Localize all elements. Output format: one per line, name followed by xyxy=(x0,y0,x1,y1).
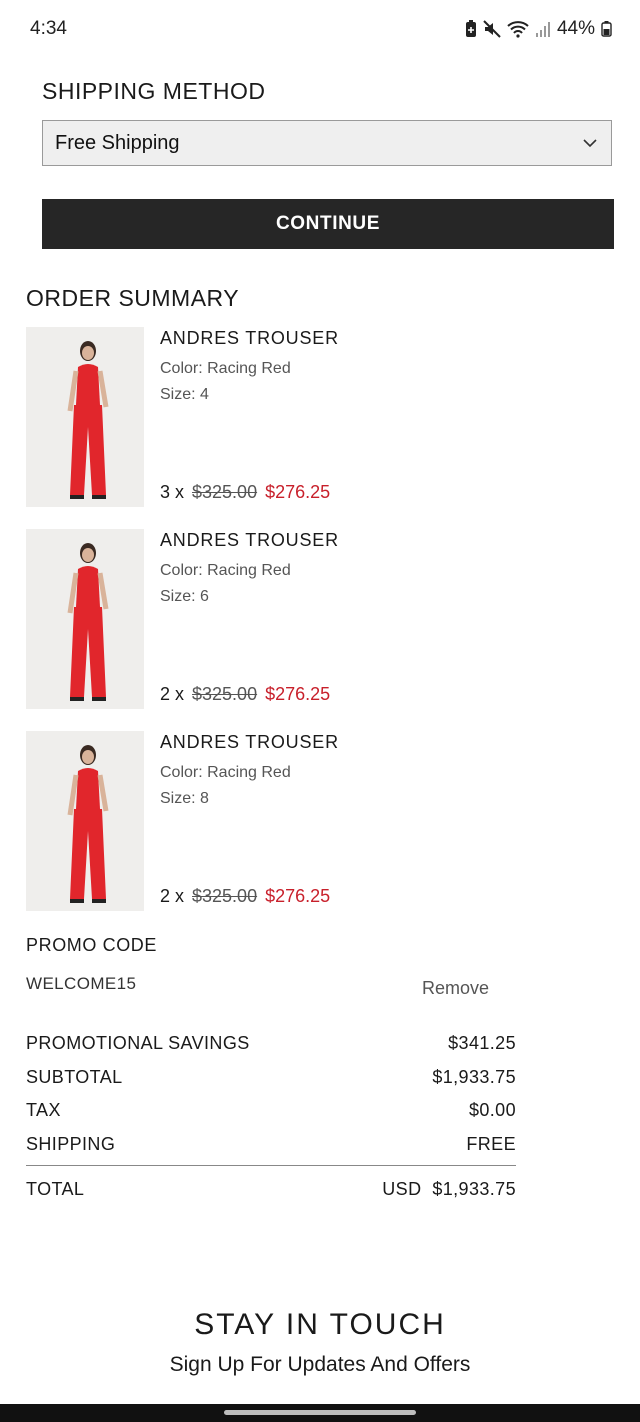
item-original-price: $325.00 xyxy=(192,684,258,704)
total-value: $1,933.75 xyxy=(432,1179,516,1199)
product-image[interactable] xyxy=(26,327,144,507)
promo-code-title: PROMO CODE xyxy=(26,935,158,955)
item-name[interactable]: ANDRES TROUSER xyxy=(160,732,339,753)
promo-code-value: WELCOME15 xyxy=(26,974,137,993)
status-icons: 44% xyxy=(465,18,612,40)
item-price-row: 2 x $325.00 $276.25 xyxy=(160,684,330,705)
total-amount: USD $1,933.75 xyxy=(382,1179,516,1200)
order-summary-title: ORDER SUMMARY xyxy=(26,285,240,311)
item-color: Color: Racing Red xyxy=(160,562,291,579)
continue-button[interactable]: CONTINUE xyxy=(42,199,614,249)
item-sale-price: $276.25 xyxy=(265,886,331,906)
battery-percent: 44% xyxy=(556,18,595,39)
shipping-method-value: Free Shipping xyxy=(55,131,180,154)
promotional-savings-value: $341.25 xyxy=(448,1033,516,1053)
mute-icon xyxy=(483,20,501,38)
shipping-row: SHIPPING FREE xyxy=(26,1134,516,1155)
status-time: 4:34 xyxy=(30,18,67,39)
product-image[interactable] xyxy=(26,731,144,911)
shipping-value: FREE xyxy=(466,1134,516,1154)
newsletter-subtitle: Sign Up For Updates And Offers xyxy=(169,1353,471,1376)
tax-row: TAX $0.00 xyxy=(26,1100,516,1121)
item-sale-price: $276.25 xyxy=(265,482,331,502)
remove-promo-button[interactable]: Remove xyxy=(422,978,489,999)
subtotal-value: $1,933.75 xyxy=(432,1067,516,1087)
promotional-savings-row: PROMOTIONAL SAVINGS $341.25 xyxy=(26,1033,516,1054)
totals-divider xyxy=(26,1165,516,1166)
newsletter-title: STAY IN TOUCH xyxy=(194,1308,446,1341)
item-original-price: $325.00 xyxy=(192,482,258,502)
total-row: TOTAL USD $1,933.75 xyxy=(26,1179,516,1200)
item-size: Size: 8 xyxy=(160,790,209,807)
wifi-icon xyxy=(507,20,529,38)
subtotal-label: SUBTOTAL xyxy=(26,1067,123,1087)
chevron-down-icon xyxy=(581,134,599,158)
subtotal-row: SUBTOTAL $1,933.75 xyxy=(26,1067,516,1088)
item-color: Color: Racing Red xyxy=(160,764,291,781)
total-label: TOTAL xyxy=(26,1179,85,1199)
item-quantity: 2 x xyxy=(160,684,185,704)
item-sale-price: $276.25 xyxy=(265,684,331,704)
battery-icon xyxy=(601,21,612,37)
shipping-label: SHIPPING xyxy=(26,1134,116,1154)
item-price-row: 3 x $325.00 $276.25 xyxy=(160,482,330,503)
item-quantity: 3 x xyxy=(160,482,185,502)
item-name[interactable]: ANDRES TROUSER xyxy=(160,328,339,349)
item-quantity: 2 x xyxy=(160,886,185,906)
product-image[interactable] xyxy=(26,529,144,709)
item-size: Size: 6 xyxy=(160,588,209,605)
item-size: Size: 4 xyxy=(160,386,209,403)
item-price-row: 2 x $325.00 $276.25 xyxy=(160,886,330,907)
item-name[interactable]: ANDRES TROUSER xyxy=(160,530,339,551)
tax-label: TAX xyxy=(26,1100,61,1120)
shipping-method-select[interactable]: Free Shipping xyxy=(42,120,612,166)
tax-value: $0.00 xyxy=(468,1100,516,1120)
shipping-method-title: SHIPPING METHOD xyxy=(42,78,266,104)
total-currency: USD xyxy=(382,1179,422,1199)
promotional-savings-label: PROMOTIONAL SAVINGS xyxy=(26,1033,250,1053)
home-gesture-handle[interactable] xyxy=(224,1410,416,1415)
signal-icon xyxy=(535,20,551,38)
battery-saver-icon xyxy=(465,20,477,38)
item-original-price: $325.00 xyxy=(192,886,258,906)
item-color: Color: Racing Red xyxy=(160,360,291,377)
